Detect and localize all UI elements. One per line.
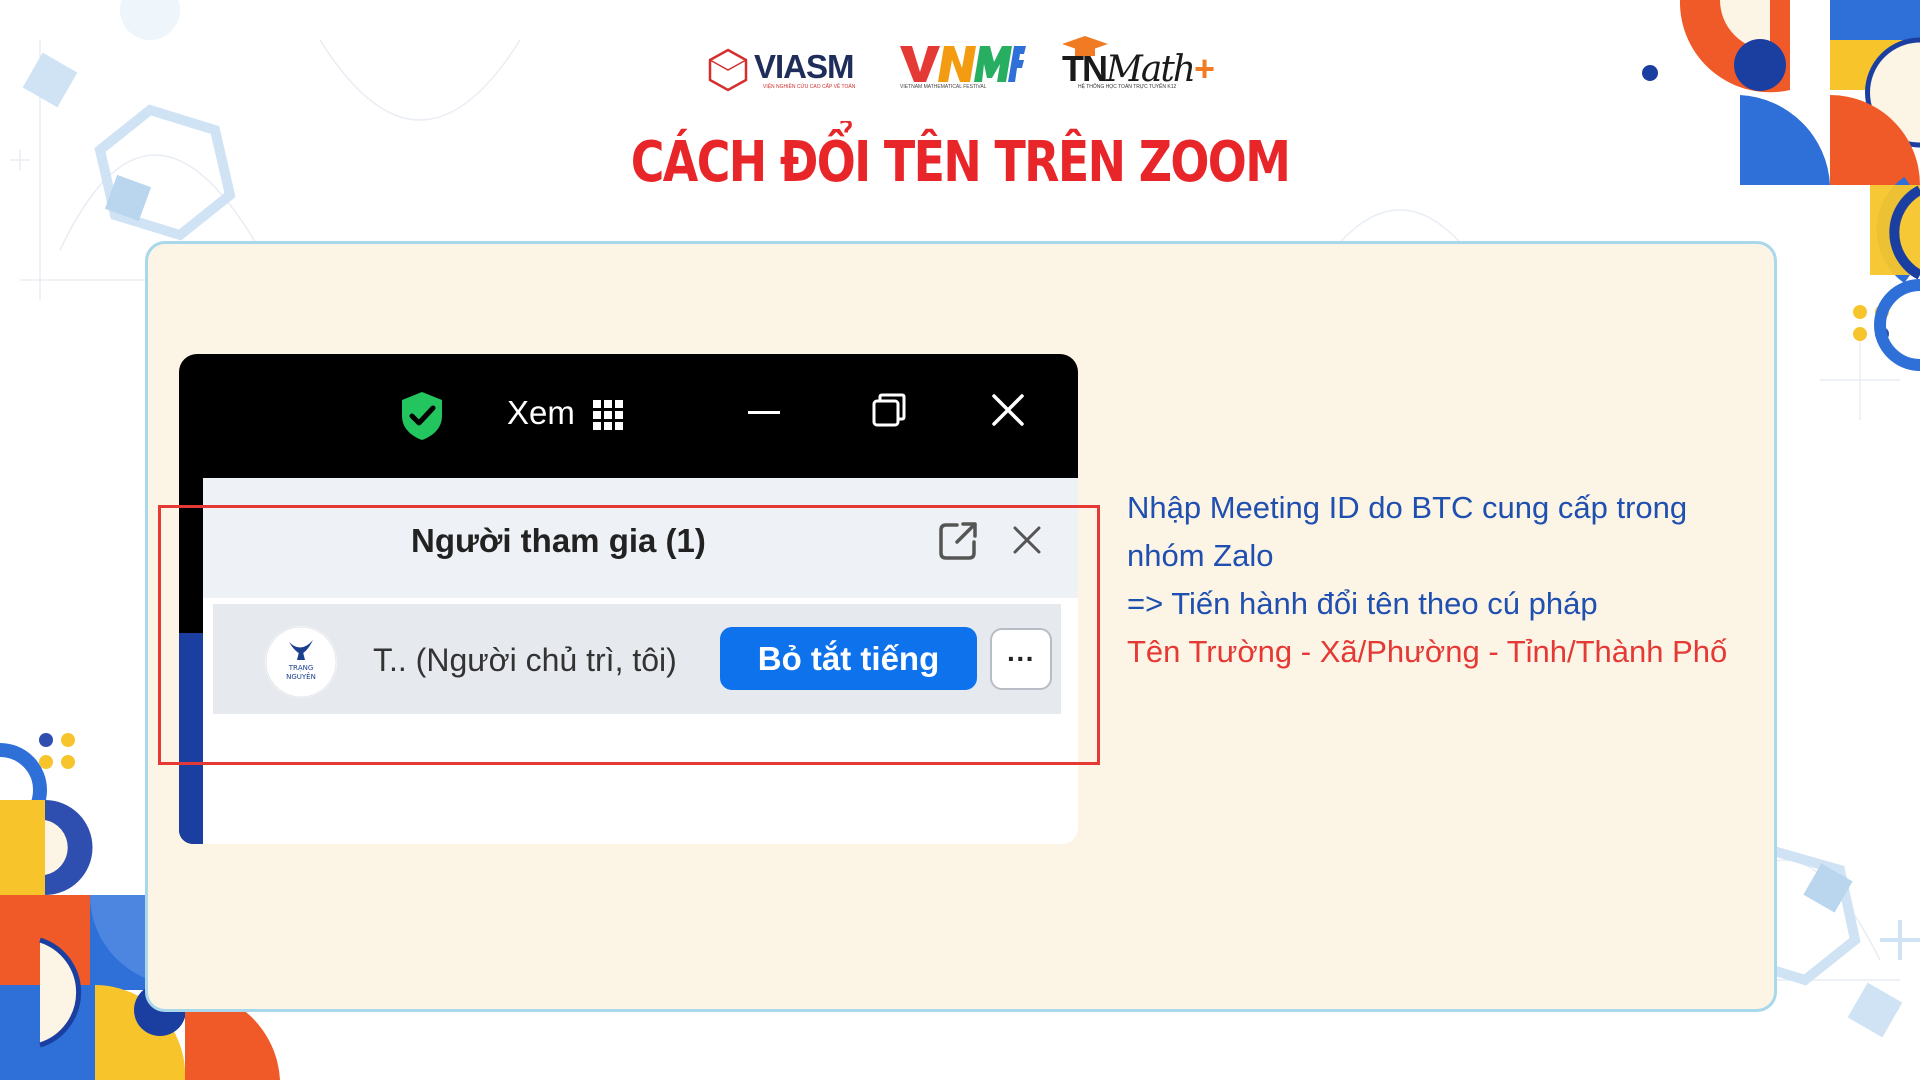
minimize-icon[interactable] <box>748 411 780 414</box>
instruction-word: cấp <box>1557 490 1608 525</box>
tnmath-plus: + <box>1193 48 1215 89</box>
polyhedron-icon <box>708 48 748 92</box>
instruction-line-2: nhóm Zalo <box>1127 538 1274 573</box>
logo-bar: VIASM VIỆN NGHIÊN CỨU CAO CẤP VỀ TOÁN VI… <box>0 36 1920 98</box>
instruction-word: cung <box>1482 490 1550 525</box>
instruction-word: ID <box>1328 490 1360 525</box>
shield-check-icon[interactable] <box>399 390 445 442</box>
tnmath-subtitle: HỆ THỐNG HỌC TOÁN TRỰC TUYẾN K12 <box>1078 84 1177 90</box>
instruction-word: BTC <box>1411 490 1474 525</box>
zoom-titlebar: Xem <box>179 354 1078 478</box>
close-icon[interactable] <box>992 394 1024 426</box>
instruction-word: Nhập <box>1127 490 1202 525</box>
restore-icon[interactable] <box>871 392 907 428</box>
instruction-word: do <box>1368 490 1403 525</box>
viasm-logo: VIASM VIỆN NGHIÊN CỨU CAO CẤP VỀ TOÁN <box>706 44 866 92</box>
vnmf-logo: VIETNAM MATHEMATICAL FESTIVAL <box>898 42 1026 92</box>
instruction-word: Meeting <box>1209 490 1321 525</box>
highlight-box <box>158 505 1100 765</box>
grid-icon[interactable] <box>593 400 623 430</box>
viasm-wordmark: VIASM <box>754 48 855 85</box>
tnmath-logo: TNMath+ HỆ THỐNG HỌC TOÁN TRỰC TUYẾN K12 <box>1062 36 1215 94</box>
tnmath-prefix: TN <box>1062 48 1108 89</box>
instruction-line-3: => Tiến hành đổi tên theo cú pháp <box>1127 586 1598 621</box>
instruction-word: trong <box>1616 490 1688 525</box>
instructions: Nhập Meeting ID do BTC cung cấp trong nh… <box>1127 484 1747 676</box>
viasm-subtitle: VIỆN NGHIÊN CỨU CAO CẤP VỀ TOÁN <box>763 84 856 90</box>
view-menu-label[interactable]: Xem <box>507 394 575 432</box>
instruction-line-1: Nhập Meeting ID do BTC cung cấp trong <box>1127 484 1747 532</box>
vnmf-wordmark-graphic <box>900 46 1026 82</box>
vnmf-subtitle: VIETNAM MATHEMATICAL FESTIVAL <box>900 84 987 90</box>
instruction-line-4: Tên Trường - Xã/Phường - Tỉnh/Thành Phố <box>1127 634 1728 669</box>
page-title: CÁCH ĐỔI TÊN TRÊN ZOOM <box>630 130 1291 195</box>
